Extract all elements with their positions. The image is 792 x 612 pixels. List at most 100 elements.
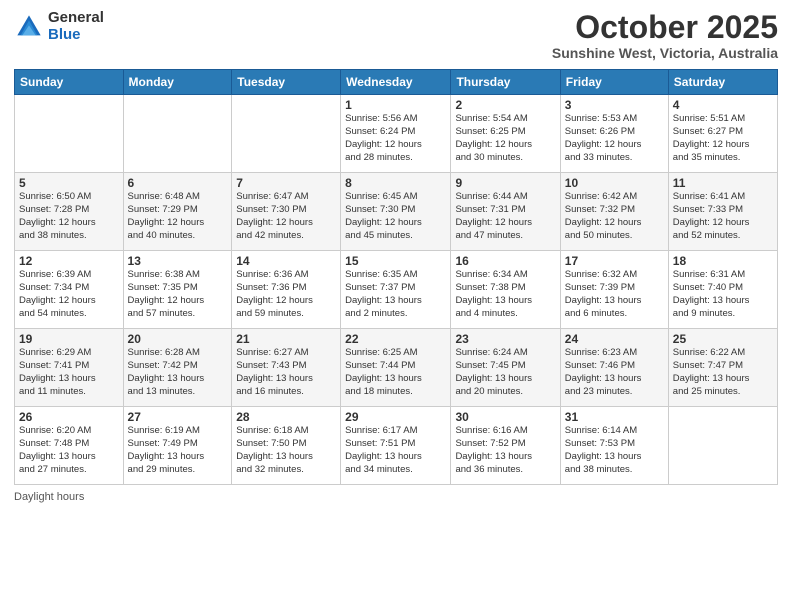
calendar-cell: 1Sunrise: 5:56 AM Sunset: 6:24 PM Daylig…	[341, 95, 451, 173]
footer: Daylight hours	[14, 491, 778, 503]
day-number: 12	[19, 254, 119, 268]
day-info: Sunrise: 6:17 AM Sunset: 7:51 PM Dayligh…	[345, 425, 446, 476]
month-title: October 2025	[552, 10, 778, 45]
day-info: Sunrise: 6:27 AM Sunset: 7:43 PM Dayligh…	[236, 347, 336, 398]
day-number: 19	[19, 332, 119, 346]
day-info: Sunrise: 6:20 AM Sunset: 7:48 PM Dayligh…	[19, 425, 119, 476]
weekday-header-tuesday: Tuesday	[232, 70, 341, 95]
day-info: Sunrise: 6:16 AM Sunset: 7:52 PM Dayligh…	[455, 425, 555, 476]
logo-general-text: General	[48, 10, 104, 27]
day-number: 7	[236, 176, 336, 190]
calendar-cell: 13Sunrise: 6:38 AM Sunset: 7:35 PM Dayli…	[123, 251, 232, 329]
calendar-cell: 27Sunrise: 6:19 AM Sunset: 7:49 PM Dayli…	[123, 407, 232, 485]
day-info: Sunrise: 5:56 AM Sunset: 6:24 PM Dayligh…	[345, 113, 446, 164]
day-number: 31	[565, 410, 664, 424]
day-number: 25	[673, 332, 773, 346]
calendar-cell: 18Sunrise: 6:31 AM Sunset: 7:40 PM Dayli…	[668, 251, 777, 329]
day-number: 27	[128, 410, 228, 424]
weekday-header-monday: Monday	[123, 70, 232, 95]
day-info: Sunrise: 6:41 AM Sunset: 7:33 PM Dayligh…	[673, 191, 773, 242]
day-info: Sunrise: 6:29 AM Sunset: 7:41 PM Dayligh…	[19, 347, 119, 398]
day-number: 24	[565, 332, 664, 346]
calendar-cell: 30Sunrise: 6:16 AM Sunset: 7:52 PM Dayli…	[451, 407, 560, 485]
calendar-table: SundayMondayTuesdayWednesdayThursdayFrid…	[14, 69, 778, 485]
week-row-5: 26Sunrise: 6:20 AM Sunset: 7:48 PM Dayli…	[15, 407, 778, 485]
weekday-header-thursday: Thursday	[451, 70, 560, 95]
day-number: 10	[565, 176, 664, 190]
weekday-header-friday: Friday	[560, 70, 668, 95]
calendar-cell: 14Sunrise: 6:36 AM Sunset: 7:36 PM Dayli…	[232, 251, 341, 329]
logo-text: General Blue	[48, 10, 104, 43]
day-info: Sunrise: 6:35 AM Sunset: 7:37 PM Dayligh…	[345, 269, 446, 320]
calendar-cell: 25Sunrise: 6:22 AM Sunset: 7:47 PM Dayli…	[668, 329, 777, 407]
header: General Blue October 2025 Sunshine West,…	[14, 10, 778, 61]
day-number: 3	[565, 98, 664, 112]
day-info: Sunrise: 6:47 AM Sunset: 7:30 PM Dayligh…	[236, 191, 336, 242]
day-number: 11	[673, 176, 773, 190]
calendar-cell	[232, 95, 341, 173]
day-number: 17	[565, 254, 664, 268]
day-number: 28	[236, 410, 336, 424]
day-info: Sunrise: 5:53 AM Sunset: 6:26 PM Dayligh…	[565, 113, 664, 164]
weekday-header-row: SundayMondayTuesdayWednesdayThursdayFrid…	[15, 70, 778, 95]
calendar-cell: 15Sunrise: 6:35 AM Sunset: 7:37 PM Dayli…	[341, 251, 451, 329]
day-number: 21	[236, 332, 336, 346]
day-number: 6	[128, 176, 228, 190]
calendar-cell: 8Sunrise: 6:45 AM Sunset: 7:30 PM Daylig…	[341, 173, 451, 251]
calendar-cell: 3Sunrise: 5:53 AM Sunset: 6:26 PM Daylig…	[560, 95, 668, 173]
title-block: October 2025 Sunshine West, Victoria, Au…	[552, 10, 778, 61]
day-info: Sunrise: 6:31 AM Sunset: 7:40 PM Dayligh…	[673, 269, 773, 320]
calendar-cell: 9Sunrise: 6:44 AM Sunset: 7:31 PM Daylig…	[451, 173, 560, 251]
calendar-cell: 16Sunrise: 6:34 AM Sunset: 7:38 PM Dayli…	[451, 251, 560, 329]
day-number: 1	[345, 98, 446, 112]
day-number: 20	[128, 332, 228, 346]
calendar-cell: 26Sunrise: 6:20 AM Sunset: 7:48 PM Dayli…	[15, 407, 124, 485]
day-number: 16	[455, 254, 555, 268]
calendar-cell	[15, 95, 124, 173]
page: General Blue October 2025 Sunshine West,…	[0, 0, 792, 612]
day-info: Sunrise: 6:42 AM Sunset: 7:32 PM Dayligh…	[565, 191, 664, 242]
calendar-cell: 17Sunrise: 6:32 AM Sunset: 7:39 PM Dayli…	[560, 251, 668, 329]
day-number: 2	[455, 98, 555, 112]
day-number: 4	[673, 98, 773, 112]
calendar-cell: 31Sunrise: 6:14 AM Sunset: 7:53 PM Dayli…	[560, 407, 668, 485]
location-subtitle: Sunshine West, Victoria, Australia	[552, 45, 778, 61]
day-info: Sunrise: 5:51 AM Sunset: 6:27 PM Dayligh…	[673, 113, 773, 164]
day-info: Sunrise: 6:28 AM Sunset: 7:42 PM Dayligh…	[128, 347, 228, 398]
daylight-label: Daylight hours	[14, 491, 84, 503]
calendar-cell: 23Sunrise: 6:24 AM Sunset: 7:45 PM Dayli…	[451, 329, 560, 407]
calendar-cell	[123, 95, 232, 173]
week-row-3: 12Sunrise: 6:39 AM Sunset: 7:34 PM Dayli…	[15, 251, 778, 329]
week-row-2: 5Sunrise: 6:50 AM Sunset: 7:28 PM Daylig…	[15, 173, 778, 251]
weekday-header-wednesday: Wednesday	[341, 70, 451, 95]
day-info: Sunrise: 6:18 AM Sunset: 7:50 PM Dayligh…	[236, 425, 336, 476]
calendar-cell: 22Sunrise: 6:25 AM Sunset: 7:44 PM Dayli…	[341, 329, 451, 407]
day-number: 18	[673, 254, 773, 268]
calendar-cell: 12Sunrise: 6:39 AM Sunset: 7:34 PM Dayli…	[15, 251, 124, 329]
day-number: 13	[128, 254, 228, 268]
calendar-cell: 19Sunrise: 6:29 AM Sunset: 7:41 PM Dayli…	[15, 329, 124, 407]
day-info: Sunrise: 6:44 AM Sunset: 7:31 PM Dayligh…	[455, 191, 555, 242]
calendar-cell: 2Sunrise: 5:54 AM Sunset: 6:25 PM Daylig…	[451, 95, 560, 173]
calendar-cell: 10Sunrise: 6:42 AM Sunset: 7:32 PM Dayli…	[560, 173, 668, 251]
calendar-cell: 21Sunrise: 6:27 AM Sunset: 7:43 PM Dayli…	[232, 329, 341, 407]
day-info: Sunrise: 6:32 AM Sunset: 7:39 PM Dayligh…	[565, 269, 664, 320]
day-number: 26	[19, 410, 119, 424]
day-number: 14	[236, 254, 336, 268]
calendar-cell: 24Sunrise: 6:23 AM Sunset: 7:46 PM Dayli…	[560, 329, 668, 407]
calendar-cell: 11Sunrise: 6:41 AM Sunset: 7:33 PM Dayli…	[668, 173, 777, 251]
day-info: Sunrise: 6:22 AM Sunset: 7:47 PM Dayligh…	[673, 347, 773, 398]
day-info: Sunrise: 6:25 AM Sunset: 7:44 PM Dayligh…	[345, 347, 446, 398]
day-info: Sunrise: 6:19 AM Sunset: 7:49 PM Dayligh…	[128, 425, 228, 476]
calendar-cell: 7Sunrise: 6:47 AM Sunset: 7:30 PM Daylig…	[232, 173, 341, 251]
calendar-cell: 5Sunrise: 6:50 AM Sunset: 7:28 PM Daylig…	[15, 173, 124, 251]
day-info: Sunrise: 5:54 AM Sunset: 6:25 PM Dayligh…	[455, 113, 555, 164]
calendar-cell: 28Sunrise: 6:18 AM Sunset: 7:50 PM Dayli…	[232, 407, 341, 485]
day-info: Sunrise: 6:50 AM Sunset: 7:28 PM Dayligh…	[19, 191, 119, 242]
week-row-4: 19Sunrise: 6:29 AM Sunset: 7:41 PM Dayli…	[15, 329, 778, 407]
calendar-cell: 4Sunrise: 5:51 AM Sunset: 6:27 PM Daylig…	[668, 95, 777, 173]
calendar-cell: 6Sunrise: 6:48 AM Sunset: 7:29 PM Daylig…	[123, 173, 232, 251]
calendar-cell	[668, 407, 777, 485]
logo: General Blue	[14, 10, 104, 43]
calendar-cell: 29Sunrise: 6:17 AM Sunset: 7:51 PM Dayli…	[341, 407, 451, 485]
